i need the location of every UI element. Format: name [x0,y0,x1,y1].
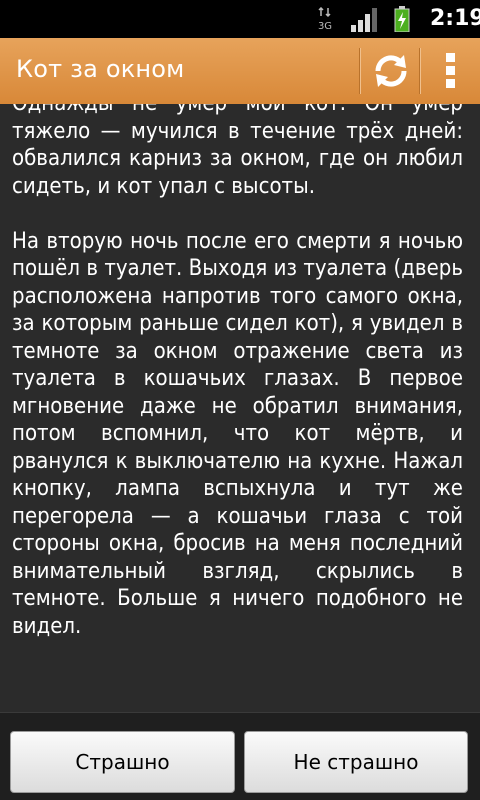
action-bar: Кот за окном [0,38,480,104]
battery-charging-icon [394,6,410,32]
refresh-icon [375,55,407,87]
status-bar: 3G 2:19 [0,0,480,38]
story-paragraph: На вторую ночь после его смерти я ночью … [12,228,463,639]
not-scary-button[interactable]: Не страшно [244,731,468,793]
scary-button[interactable]: Страшно [10,731,235,793]
button-bar: Страшно Не страшно [0,712,480,800]
story-paragraph: Однажды не умер мой кот. Он умер тяжело … [12,104,463,199]
clock: 2:19 [430,6,480,31]
signal-icon [351,8,377,32]
refresh-button[interactable] [361,38,419,104]
overflow-menu-button[interactable] [421,38,480,104]
network-type-label: 3G [318,21,332,32]
app-title: Кот за окном [16,55,185,83]
story-scroll-area[interactable]: Однажды не умер мой кот. Он умер тяжело … [0,104,480,712]
data-arrows-icon: 3G [318,7,332,32]
overflow-menu-icon [446,53,455,88]
story-text: Однажды не умер мой кот. Он умер тяжело … [12,104,463,640]
